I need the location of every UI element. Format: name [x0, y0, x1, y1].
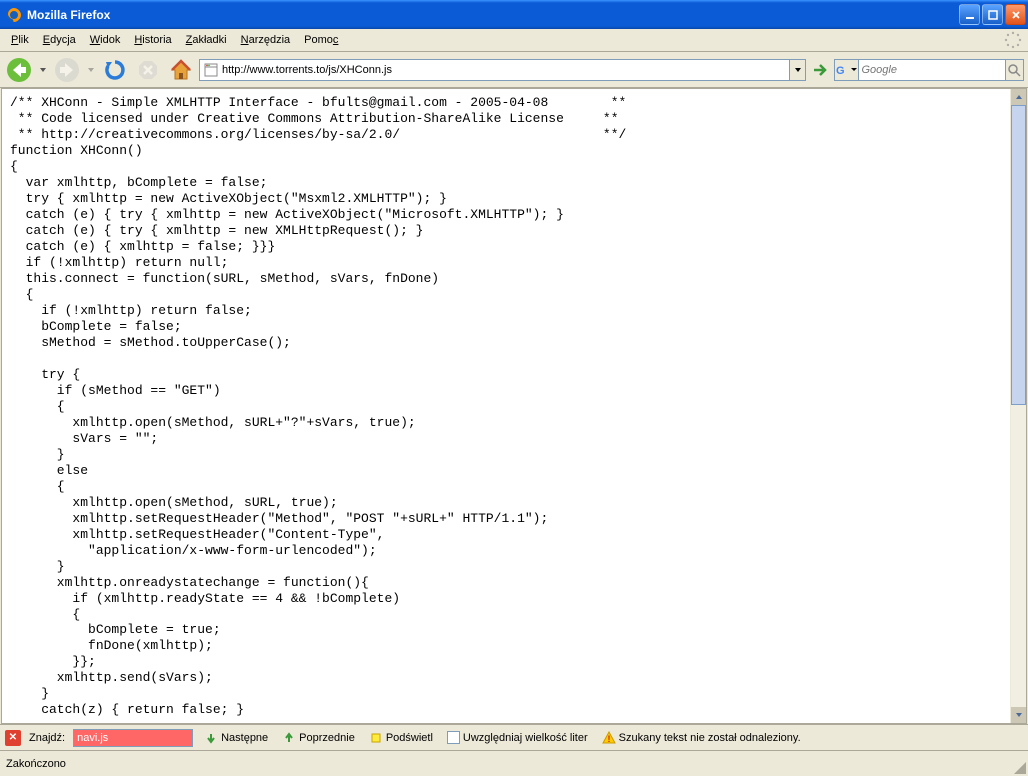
- url-input[interactable]: [222, 60, 789, 80]
- find-input[interactable]: [73, 729, 193, 747]
- warning-icon: !: [602, 731, 616, 745]
- firefox-icon: [6, 7, 22, 23]
- match-case-checkbox[interactable]: Uwzględniaj wielkość liter: [444, 729, 591, 746]
- page-favicon-icon: [203, 62, 219, 78]
- url-bar[interactable]: [199, 59, 806, 81]
- minimize-button[interactable]: [959, 4, 980, 25]
- search-go-button[interactable]: [1005, 60, 1024, 80]
- scroll-down-button[interactable]: [1011, 707, 1026, 723]
- back-dropdown[interactable]: [37, 68, 49, 72]
- menu-plik[interactable]: Plik: [4, 32, 36, 48]
- find-next-button[interactable]: Następne: [201, 729, 271, 747]
- menu-edycja[interactable]: Edycja: [36, 32, 83, 48]
- status-text: Zakończono: [6, 758, 66, 770]
- findbar-close-button[interactable]: ✕: [5, 730, 21, 746]
- menu-bar: Plik Edycja Widok Historia Zakładki Narz…: [0, 29, 1028, 52]
- scroll-thumb[interactable]: [1011, 105, 1026, 405]
- navigation-toolbar: G: [0, 52, 1028, 88]
- scroll-up-button[interactable]: [1011, 89, 1026, 105]
- content-area: /** XHConn - Simple XMLHTTP Interface - …: [1, 88, 1027, 724]
- stop-button[interactable]: [133, 55, 163, 85]
- menu-pomoc[interactable]: Pomoc: [297, 32, 345, 48]
- vertical-scrollbar[interactable]: [1010, 89, 1026, 723]
- search-bar[interactable]: G: [834, 59, 1024, 81]
- resize-grip[interactable]: [1012, 760, 1026, 774]
- menu-historia[interactable]: Historia: [127, 32, 178, 48]
- page-source-text[interactable]: /** XHConn - Simple XMLHTTP Interface - …: [2, 89, 1026, 724]
- highlight-icon: [369, 731, 383, 745]
- go-button[interactable]: [809, 59, 831, 81]
- checkbox-icon: [447, 731, 460, 744]
- window-titlebar: Mozilla Firefox: [0, 0, 1028, 29]
- search-engine-selector[interactable]: G: [835, 60, 859, 80]
- window-title: Mozilla Firefox: [27, 8, 959, 22]
- close-button[interactable]: [1005, 4, 1026, 25]
- home-button[interactable]: [166, 55, 196, 85]
- menu-widok[interactable]: Widok: [83, 32, 128, 48]
- reload-button[interactable]: [100, 55, 130, 85]
- find-label: Znajdź:: [29, 732, 65, 744]
- menu-narzedzia[interactable]: Narzędzia: [234, 32, 298, 48]
- highlight-all-button[interactable]: Podświetl: [366, 729, 436, 747]
- find-prev-button[interactable]: Poprzednie: [279, 729, 358, 747]
- menu-zakladki[interactable]: Zakładki: [179, 32, 234, 48]
- arrow-up-icon: [282, 731, 296, 745]
- svg-text:G: G: [836, 65, 845, 77]
- back-button[interactable]: [4, 55, 34, 85]
- find-bar: ✕ Znajdź: Następne Poprzednie Podświetl …: [0, 724, 1028, 750]
- svg-text:!: !: [607, 734, 610, 744]
- forward-button[interactable]: [52, 55, 82, 85]
- maximize-button[interactable]: [982, 4, 1003, 25]
- status-bar: Zakończono: [0, 750, 1028, 776]
- search-input[interactable]: [859, 64, 1005, 76]
- activity-throbber-icon: [1004, 31, 1022, 49]
- find-status: ! Szukany tekst nie został odnaleziony.: [599, 729, 804, 747]
- arrow-down-icon: [204, 731, 218, 745]
- forward-dropdown[interactable]: [85, 68, 97, 72]
- url-dropdown[interactable]: [789, 60, 805, 80]
